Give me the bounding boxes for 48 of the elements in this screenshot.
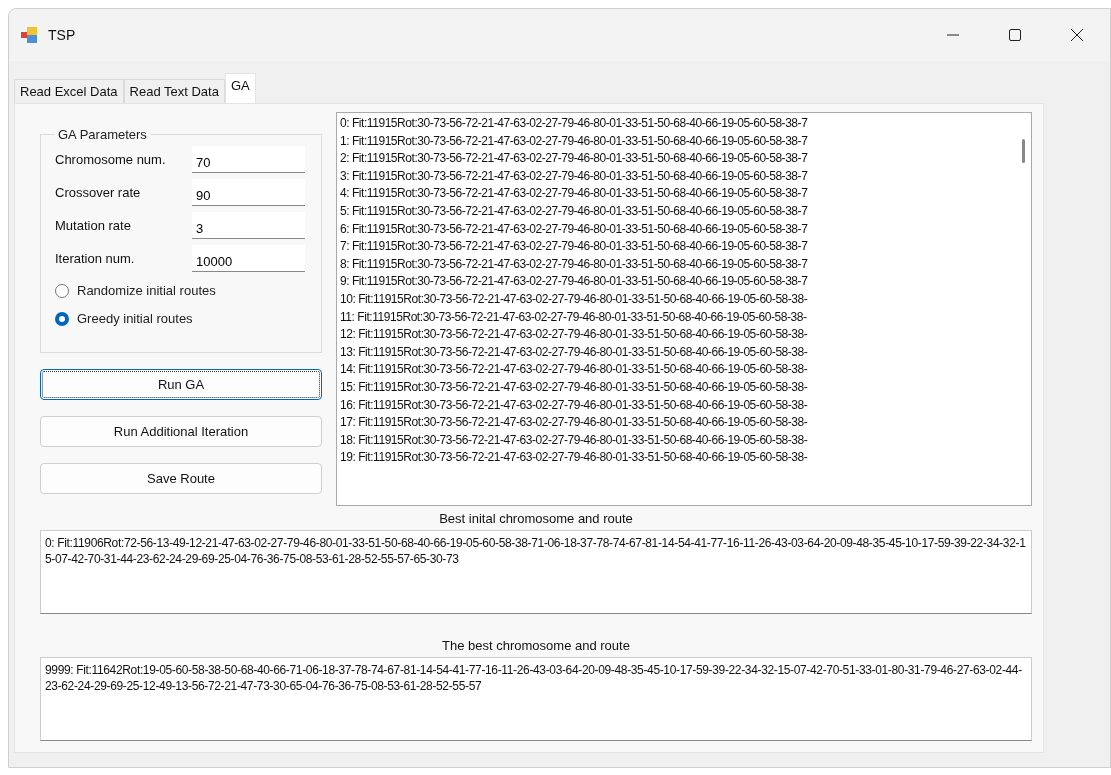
result-label: The best chromosome and route bbox=[441, 638, 631, 653]
list-item[interactable]: 7: Fit:11915Rot:30-73-56-72-21-47-63-02-27-79-46-80-01-33-51-50-68-40-66-19-05-60-58-38-7 bbox=[340, 238, 1015, 256]
tab[interactable]: Read Excel Data bbox=[14, 79, 124, 103]
action-button[interactable]: Run Additional Iteration bbox=[40, 416, 322, 447]
list-item[interactable]: 18: Fit:11915Rot:30-73-56-72-21-47-63-02-27-79-46-80-01-33-51-50-68-40-66-19-05-60-58-38- bbox=[340, 431, 1015, 450]
list-item[interactable]: 3: Fit:11915Rot:30-73-56-72-21-47-63-02-27-79-46-80-01-33-51-50-68-40-66-19-05-60-58-38-7 bbox=[340, 167, 1015, 186]
radio-option[interactable]: Greedy initial routes bbox=[55, 306, 311, 331]
maximize-icon[interactable] bbox=[1008, 28, 1022, 42]
list-item[interactable]: 0: Fit:11915Rot:30-73-56-72-21-47-63-02-27-79-46-80-01-33-51-50-68-40-66-19-05-60-58-38-7 bbox=[340, 115, 1015, 133]
app-icon bbox=[21, 27, 39, 43]
tab[interactable]: GA bbox=[224, 73, 256, 103]
list-item[interactable]: 4: Fit:11915Rot:30-73-56-72-21-47-63-02-27-79-46-80-01-33-51-50-68-40-66-19-05-60-58-38-7 bbox=[340, 185, 1015, 203]
list-item[interactable]: 1: Fit:11915Rot:30-73-56-72-21-47-63-02-27-79-46-80-01-33-51-50-68-40-66-19-05-60-58-38-7 bbox=[340, 132, 1015, 151]
result-label: Best inital chromosome and route bbox=[438, 511, 634, 526]
radio-button[interactable] bbox=[55, 311, 69, 326]
list-item[interactable]: 17: Fit:11915Rot:30-73-56-72-21-47-63-02-27-79-46-80-01-33-51-50-68-40-66-19-05-60-58-38- bbox=[340, 414, 1015, 432]
scroll-thumb[interactable] bbox=[1022, 139, 1025, 163]
list-item[interactable]: 9: Fit:11915Rot:30-73-56-72-21-47-63-02-27-79-46-80-01-33-51-50-68-40-66-19-05-60-58-38-7 bbox=[340, 273, 1015, 291]
close-icon[interactable] bbox=[1070, 28, 1084, 42]
radio-option[interactable]: Randomize initial routes bbox=[55, 278, 311, 303]
list-item[interactable]: 14: Fit:11915Rot:30-73-56-72-21-47-63-02-27-79-46-80-01-33-51-50-68-40-66-19-05-60-58-38- bbox=[340, 361, 1015, 379]
list-item[interactable]: 5: Fit:11915Rot:30-73-56-72-21-47-63-02-27-79-46-80-01-33-51-50-68-40-66-19-05-60-58-38-7 bbox=[340, 202, 1015, 221]
input-field[interactable]: 70 bbox=[192, 146, 305, 173]
window-title: TSP bbox=[48, 27, 76, 43]
list-item[interactable]: 2: Fit:11915Rot:30-73-56-72-21-47-63-02-27-79-46-80-01-33-51-50-68-40-66-19-05-60-58-38-7 bbox=[340, 150, 1015, 168]
result-textbox[interactable]: 0: Fit:11906Rot:72-56-13-49-12-21-47-63-02-27-79-46-80-01-33-51-50-68-40-66-19-05-60-58-38-71-06-18-37-78-74-67-81-14-54-41-77-16-11-26-43-03-64-20-09-48-35-45-10-17-59-39-22-34-32-15-07-42-70-31-44-23-62-24-29-69-25-04-76-36-75-08-53-61-28-52-55-57-65-30-73 bbox=[40, 530, 1032, 614]
radio-button[interactable] bbox=[55, 283, 69, 298]
field-label: Chromosome num. bbox=[55, 152, 166, 167]
list-item[interactable]: 19: Fit:11915Rot:30-73-56-72-21-47-63-02-27-79-46-80-01-33-51-50-68-40-66-19-05-60-58-38- bbox=[340, 449, 1015, 467]
list-item[interactable]: 12: Fit:11915Rot:30-73-56-72-21-47-63-02-27-79-46-80-01-33-51-50-68-40-66-19-05-60-58-38- bbox=[340, 326, 1015, 344]
action-button[interactable]: Run GA bbox=[40, 369, 322, 400]
list-item[interactable]: 15: Fit:11915Rot:30-73-56-72-21-47-63-02-27-79-46-80-01-33-51-50-68-40-66-19-05-60-58-38- bbox=[340, 378, 1015, 397]
list-item[interactable]: 6: Fit:11915Rot:30-73-56-72-21-47-63-02-27-79-46-80-01-33-51-50-68-40-66-19-05-60-58-38-7 bbox=[340, 220, 1015, 239]
list-item[interactable]: 13: Fit:11915Rot:30-73-56-72-21-47-63-02-27-79-46-80-01-33-51-50-68-40-66-19-05-60-58-38- bbox=[340, 343, 1015, 362]
field-label: Crossover rate bbox=[55, 185, 141, 200]
field-label: Mutation rate bbox=[55, 218, 131, 233]
input-field[interactable]: 10000 bbox=[192, 245, 305, 272]
list-item[interactable]: 10: Fit:11915Rot:30-73-56-72-21-47-63-02-27-79-46-80-01-33-51-50-68-40-66-19-05-60-58-38- bbox=[340, 290, 1015, 309]
tab[interactable]: Read Text Data bbox=[123, 79, 225, 103]
list-item[interactable]: 11: Fit:11915Rot:30-73-56-72-21-47-63-02-27-79-46-80-01-33-51-50-68-40-66-19-05-60-58-38- bbox=[340, 308, 1015, 327]
list-item[interactable]: 16: Fit:11915Rot:30-73-56-72-21-47-63-02-27-79-46-80-01-33-51-50-68-40-66-19-05-60-58-38- bbox=[340, 396, 1015, 415]
list-item[interactable]: 8: Fit:11915Rot:30-73-56-72-21-47-63-02-27-79-46-80-01-33-51-50-68-40-66-19-05-60-58-38-7 bbox=[340, 255, 1015, 274]
result-textbox[interactable]: 9999: Fit:11642Rot:19-05-60-58-38-50-68-40-66-71-06-18-37-78-74-67-81-14-54-41-77-16-11-26-43-03-64-20-09-48-35-45-10-17-59-39-22-34-32-15-07-42-70-51-33-01-80-31-79-46-27-63-02-44-23-62-24-29-69-25-12-49-13-56-72-21-47-73-30-65-04-76-36-75-08-53-61-28-52-55-57 bbox=[40, 657, 1032, 741]
field-label: Iteration num. bbox=[55, 251, 135, 266]
input-field[interactable]: 90 bbox=[192, 179, 305, 206]
action-button[interactable]: Save Route bbox=[40, 463, 322, 494]
input-field[interactable]: 3 bbox=[192, 212, 305, 239]
group-title: GA Parameters bbox=[57, 127, 148, 142]
